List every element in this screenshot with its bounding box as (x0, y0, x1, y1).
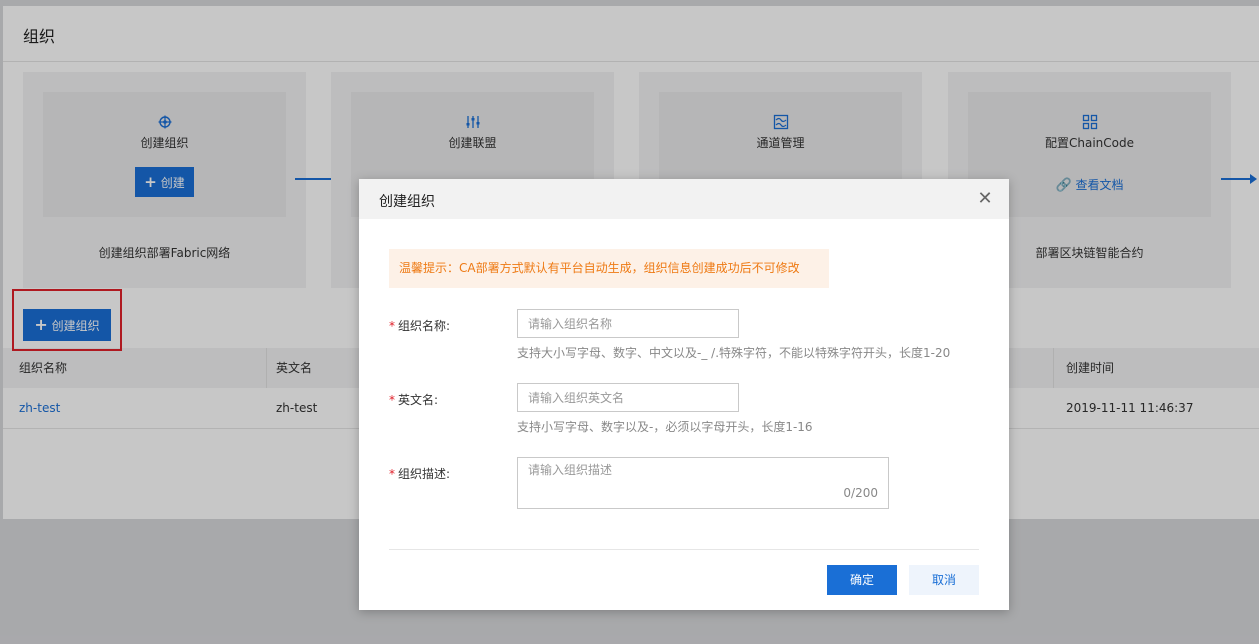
confirm-button[interactable]: 确定 (827, 565, 897, 595)
org-name-label-text: 组织名称: (398, 319, 451, 333)
warning-tip: 温馨提示：CA部署方式默认有平台自动生成，组织信息创建成功后不可修改 (389, 249, 829, 288)
cancel-button[interactable]: 取消 (909, 565, 979, 595)
org-desc-label: * 组织描述: (389, 465, 450, 482)
en-name-label: * 英文名: (389, 391, 438, 408)
en-name-hint: 支持小写字母、数字以及-，必须以字母开头，长度1-16 (517, 420, 813, 434)
dialog-divider (389, 549, 979, 550)
org-desc-label-text: 组织描述: (398, 467, 451, 481)
org-desc-textarea[interactable]: 请输入组织描述 0/200 (517, 457, 889, 509)
required-mark: * (389, 467, 395, 481)
org-name-hint: 支持大小写字母、数字、中文以及-_ /.特殊字符，不能以特殊字符开头，长度1-2… (517, 346, 951, 360)
dialog-title: 创建组织 (379, 194, 435, 210)
dialog-header: 创建组织 ✕ (359, 179, 1009, 219)
org-desc-placeholder: 请输入组织描述 (528, 463, 613, 477)
required-mark: * (389, 393, 395, 407)
en-name-input[interactable] (517, 383, 739, 412)
org-name-label: * 组织名称: (389, 317, 450, 334)
en-name-label-text: 英文名: (398, 393, 439, 407)
close-icon[interactable]: ✕ (975, 189, 995, 209)
required-mark: * (389, 319, 395, 333)
char-counter: 0/200 (843, 486, 878, 500)
org-name-input[interactable] (517, 309, 739, 338)
page-root: 组织 创建组织 + 创建 创建组织部署Fabric网络 创建联盟 通道管理 配置… (0, 0, 1259, 644)
create-org-dialog: 创建组织 ✕ 温馨提示：CA部署方式默认有平台自动生成，组织信息创建成功后不可修… (359, 179, 1009, 610)
